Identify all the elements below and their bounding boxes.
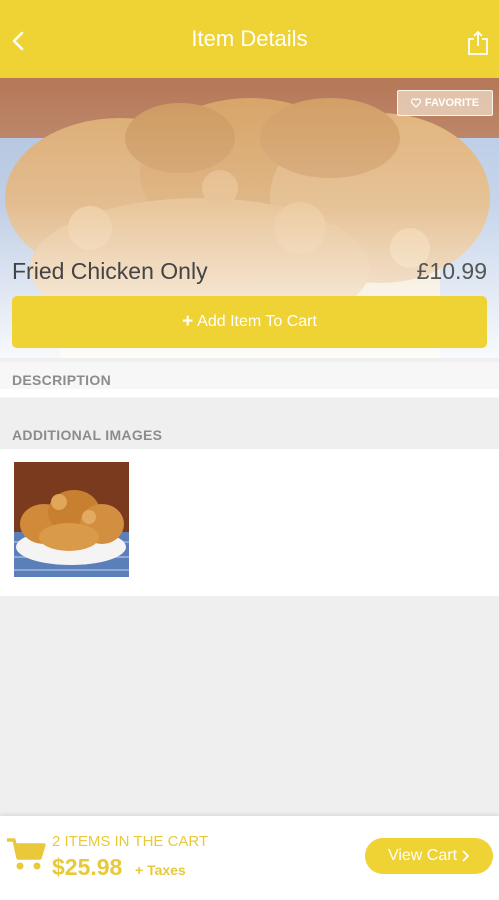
item-name: Fried Chicken Only [12, 258, 208, 284]
view-cart-label: View Cart [387, 847, 458, 864]
plus-icon: + [182, 311, 194, 332]
additional-images-header: ADDITIONAL IMAGES [0, 417, 499, 453]
cart-items-count: 2 ITEMS IN THE CART [52, 833, 209, 850]
description-title: DESCRIPTION [12, 372, 111, 388]
additional-image-thumbnail[interactable] [14, 462, 129, 577]
cart-icon [7, 838, 46, 870]
cart-summary-bar: 2 ITEMS IN THE CART $25.98 + Taxes View … [0, 816, 499, 900]
add-to-cart-label: Add Item To Cart [197, 313, 317, 330]
page-title: Item Details [191, 26, 308, 51]
heart-icon [410, 98, 421, 108]
app-bar: Item Details [0, 0, 499, 78]
fried-chicken-thumbnail-image [14, 462, 129, 577]
chevron-left-icon [12, 31, 24, 51]
favorite-button[interactable]: FAVORITE [397, 90, 493, 116]
item-price: £10.99 [416, 258, 487, 284]
description-body [0, 389, 499, 397]
share-button[interactable] [467, 30, 489, 56]
back-button[interactable] [8, 30, 30, 52]
additional-images-list [0, 449, 499, 596]
add-to-cart-button[interactable]: + Add Item To Cart [12, 296, 487, 348]
cart-total: $25.98 [52, 854, 123, 880]
chevron-right-icon [462, 850, 470, 862]
favorite-label: FAVORITE [424, 97, 480, 109]
share-icon [468, 30, 488, 55]
view-cart-button[interactable]: View Cart [365, 838, 493, 874]
additional-images-title: ADDITIONAL IMAGES [12, 427, 163, 443]
cart-taxes-note: + Taxes [135, 862, 186, 878]
